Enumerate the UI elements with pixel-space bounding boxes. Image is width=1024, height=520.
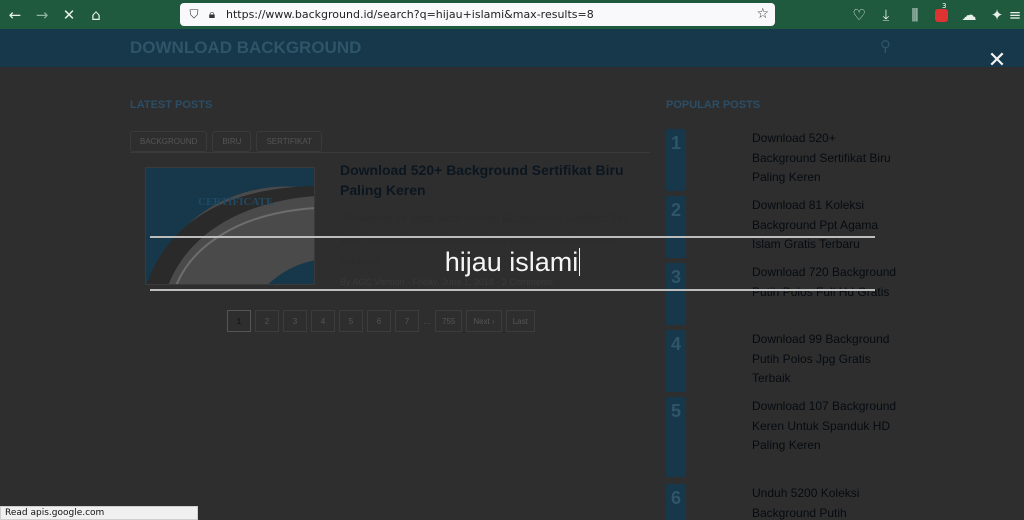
tag-biru[interactable]: BIRU	[212, 131, 252, 152]
popular-rank: 6	[666, 484, 686, 520]
page-755-button[interactable]: 755	[435, 310, 463, 332]
search-top-line	[150, 236, 875, 238]
pagination: 1 2 3 4 5 6 7 ... 755 Next › Last	[227, 310, 535, 332]
popular-rank: 4	[666, 330, 686, 392]
site-header: DOWNLOAD BACKGROUND ⚲	[0, 29, 1024, 67]
popular-rank: 1	[666, 129, 686, 191]
pocket-icon[interactable]: ♡	[848, 4, 870, 26]
shield-icon[interactable]: ⛉	[186, 7, 202, 23]
search-bottom-line	[150, 289, 875, 291]
post-tags: BACKGROUND BIRU SERTIFIKAT	[130, 131, 322, 152]
search-icon[interactable]: ⚲	[880, 37, 891, 55]
thumbnail-caption: CERTIFICATE	[198, 196, 274, 208]
popular-post-title[interactable]: Download 107 Background Keren Untuk Span…	[752, 397, 897, 456]
page-1-button[interactable]: 1	[227, 310, 251, 332]
popular-rank: 5	[666, 397, 686, 477]
pagination-ellipsis: ...	[423, 316, 431, 326]
library-icon[interactable]: ⫼	[904, 4, 926, 26]
forward-arrow-icon[interactable]: →	[31, 4, 53, 26]
next-page-button[interactable]: Next ›	[466, 310, 502, 332]
url-bar[interactable]: ⛉ 🔒︎ https://www.background.id/search?q=…	[180, 3, 775, 26]
divider	[130, 152, 650, 153]
back-arrow-icon[interactable]: ←	[4, 4, 26, 26]
popular-post-title[interactable]: Download 520+ Background Sertifikat Biru…	[752, 129, 897, 188]
bookmark-star-icon[interactable]: ☆	[756, 6, 769, 22]
page-6-button[interactable]: 6	[367, 310, 391, 332]
popular-post-title[interactable]: Download 99 Background Putih Polos Jpg G…	[752, 330, 897, 389]
extension-icon[interactable]	[930, 4, 952, 26]
site-title[interactable]: DOWNLOAD BACKGROUND	[130, 38, 361, 58]
popular-posts-title: POPULAR POSTS	[666, 99, 761, 111]
extension-badge: 3	[942, 2, 947, 10]
home-icon[interactable]: ⌂	[85, 4, 107, 26]
latest-posts-title: LATEST POSTS	[130, 99, 213, 111]
close-icon[interactable]: ✕	[987, 50, 1007, 72]
status-bar: Read apis.google.com	[0, 506, 198, 520]
stop-icon[interactable]: ✕	[58, 4, 80, 26]
cloud-icon[interactable]: ☁	[958, 4, 980, 26]
popular-post-title[interactable]: Unduh 5200 Koleksi Background Putih	[752, 484, 897, 520]
page-4-button[interactable]: 4	[311, 310, 335, 332]
post-title[interactable]: Download 520+ Background Sertifikat Biru…	[340, 160, 640, 200]
page-5-button[interactable]: 5	[339, 310, 363, 332]
menu-icon[interactable]: ≡	[1004, 4, 1024, 26]
last-page-button[interactable]: Last	[505, 310, 535, 332]
browser-toolbar: ← → ✕ ⌂ ⛉ 🔒︎ https://www.background.id/s…	[0, 0, 1024, 29]
tag-background[interactable]: BACKGROUND	[130, 131, 208, 152]
search-overlay-input[interactable]	[150, 240, 875, 288]
page-2-button[interactable]: 2	[255, 310, 279, 332]
url-text[interactable]: https://www.background.id/search?q=hijau…	[226, 8, 594, 21]
download-icon[interactable]: ⤓	[875, 4, 897, 26]
tag-sertifikat[interactable]: SERTIFIKAT	[256, 131, 322, 152]
page-7-button[interactable]: 7	[395, 310, 419, 332]
lock-icon[interactable]: 🔒︎	[204, 7, 220, 23]
page-3-button[interactable]: 3	[283, 310, 307, 332]
